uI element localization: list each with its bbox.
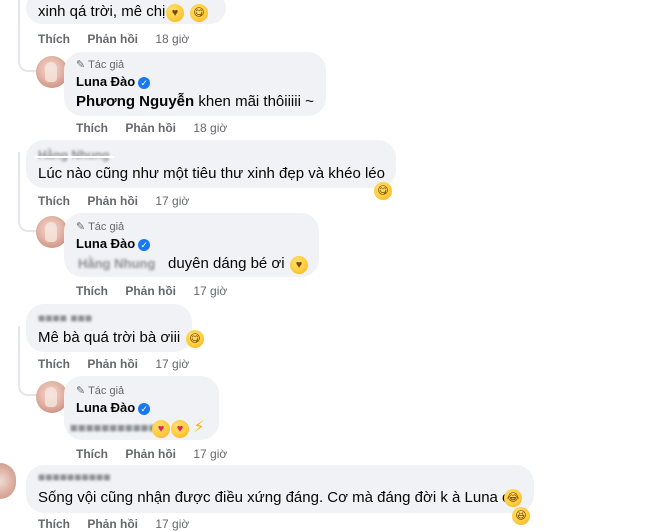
- comment-actions: Thích Phản hồi 17 giờ: [38, 357, 203, 371]
- comment-text: Sống vội cũng nhận được điều xứng đáng. …: [38, 489, 516, 506]
- timestamp[interactable]: 17 giờ: [193, 447, 227, 461]
- obscured-mention[interactable]: ■■■■■■■■■■■: [70, 420, 156, 435]
- comment-actions: Thích Phản hồi 17 giờ: [38, 517, 203, 531]
- smiling-hearts-emoji-icon: ♥: [290, 256, 308, 274]
- like-link[interactable]: Thích: [38, 194, 70, 208]
- reply-text: duyên dáng bé ơi: [168, 255, 285, 272]
- heart-eyes-emoji-icon: ♥: [152, 420, 170, 438]
- reply-link[interactable]: Phản hồi: [87, 32, 138, 46]
- obscured-mention[interactable]: Hằng Nhung: [78, 256, 155, 271]
- like-link[interactable]: Thích: [76, 447, 108, 461]
- savoring-emoji-icon: 😋: [374, 182, 392, 200]
- like-link[interactable]: Thích: [38, 517, 70, 531]
- timestamp[interactable]: 17 giờ: [193, 284, 227, 298]
- comment-actions: Thích Phản hồi 18 giờ: [38, 32, 203, 46]
- like-link[interactable]: Thích: [38, 32, 70, 46]
- rofl-emoji-icon: 😂: [504, 489, 522, 507]
- author-name[interactable]: Luna Đào ✓: [76, 236, 151, 251]
- author-name[interactable]: Luna Đào ✓: [76, 400, 151, 415]
- reply-link[interactable]: Phản hồi: [87, 517, 138, 531]
- author-name[interactable]: Luna Đào ✓: [76, 74, 151, 89]
- verified-badge-icon: ✓: [138, 238, 151, 251]
- timestamp[interactable]: 17 giờ: [155, 357, 189, 371]
- timestamp[interactable]: 17 giờ: [155, 194, 189, 208]
- reply-actions: Thích Phản hồi 17 giờ: [76, 284, 241, 298]
- reply-text: Phương Nguyễn khen mãi thôiiiii ~: [76, 93, 314, 110]
- thread-line: [18, 0, 20, 60]
- smiling-hearts-emoji-icon: ♥: [166, 4, 184, 22]
- lightning-emoji-icon: ⚡: [193, 419, 205, 436]
- timestamp[interactable]: 18 giờ: [193, 121, 227, 135]
- reply-link[interactable]: Phản hồi: [125, 284, 176, 298]
- like-link[interactable]: Thích: [38, 357, 70, 371]
- timestamp[interactable]: 17 giờ: [155, 517, 189, 531]
- obscured-author-name: ■■■■ ■■■: [38, 311, 93, 325]
- savoring-emoji-icon: 😋: [190, 4, 208, 22]
- savoring-emoji-icon: 😋: [186, 330, 204, 348]
- author-badge: ✎ Tác giả: [76, 221, 125, 233]
- author-badge: ✎ Tác giả: [76, 385, 125, 397]
- verified-badge-icon: ✓: [138, 76, 151, 89]
- obscured-author-name[interactable]: Hằng Nhung: [38, 148, 109, 162]
- comment-actions: Thích Phản hồi 17 giờ: [38, 194, 203, 208]
- reply-link[interactable]: Phản hồi: [125, 121, 176, 135]
- pencil-icon: ✎: [76, 59, 86, 71]
- avatar[interactable]: [0, 463, 16, 499]
- pencil-icon: ✎: [76, 221, 86, 233]
- comment-text: Mê bà quá trời bà ơiii: [38, 329, 181, 346]
- laughing-emoji-icon: 😆: [512, 507, 530, 525]
- reply-link[interactable]: Phản hồi: [125, 447, 176, 461]
- timestamp[interactable]: 18 giờ: [155, 32, 189, 46]
- pencil-icon: ✎: [76, 385, 86, 397]
- mention-link[interactable]: Phương Nguyễn: [76, 93, 194, 110]
- comment-text: Lúc nào cũng như một tiêu thư xinh đẹp v…: [38, 165, 385, 182]
- like-link[interactable]: Thích: [76, 121, 108, 135]
- author-badge: ✎ Tác giả: [76, 59, 125, 71]
- reply-actions: Thích Phản hồi 18 giờ: [76, 121, 241, 135]
- comment-text: xinh qá trời, mê chị: [38, 3, 166, 20]
- obscured-author-name[interactable]: ■■■■■■■■■■: [38, 470, 110, 484]
- heart-eyes-emoji-icon: ♥: [171, 420, 189, 438]
- reply-link[interactable]: Phản hồi: [87, 357, 138, 371]
- reply-actions: Thích Phản hồi 17 giờ: [76, 447, 241, 461]
- verified-badge-icon: ✓: [138, 402, 151, 415]
- redaction-mark: [34, 156, 114, 158]
- reply-link[interactable]: Phản hồi: [87, 194, 138, 208]
- like-link[interactable]: Thích: [76, 284, 108, 298]
